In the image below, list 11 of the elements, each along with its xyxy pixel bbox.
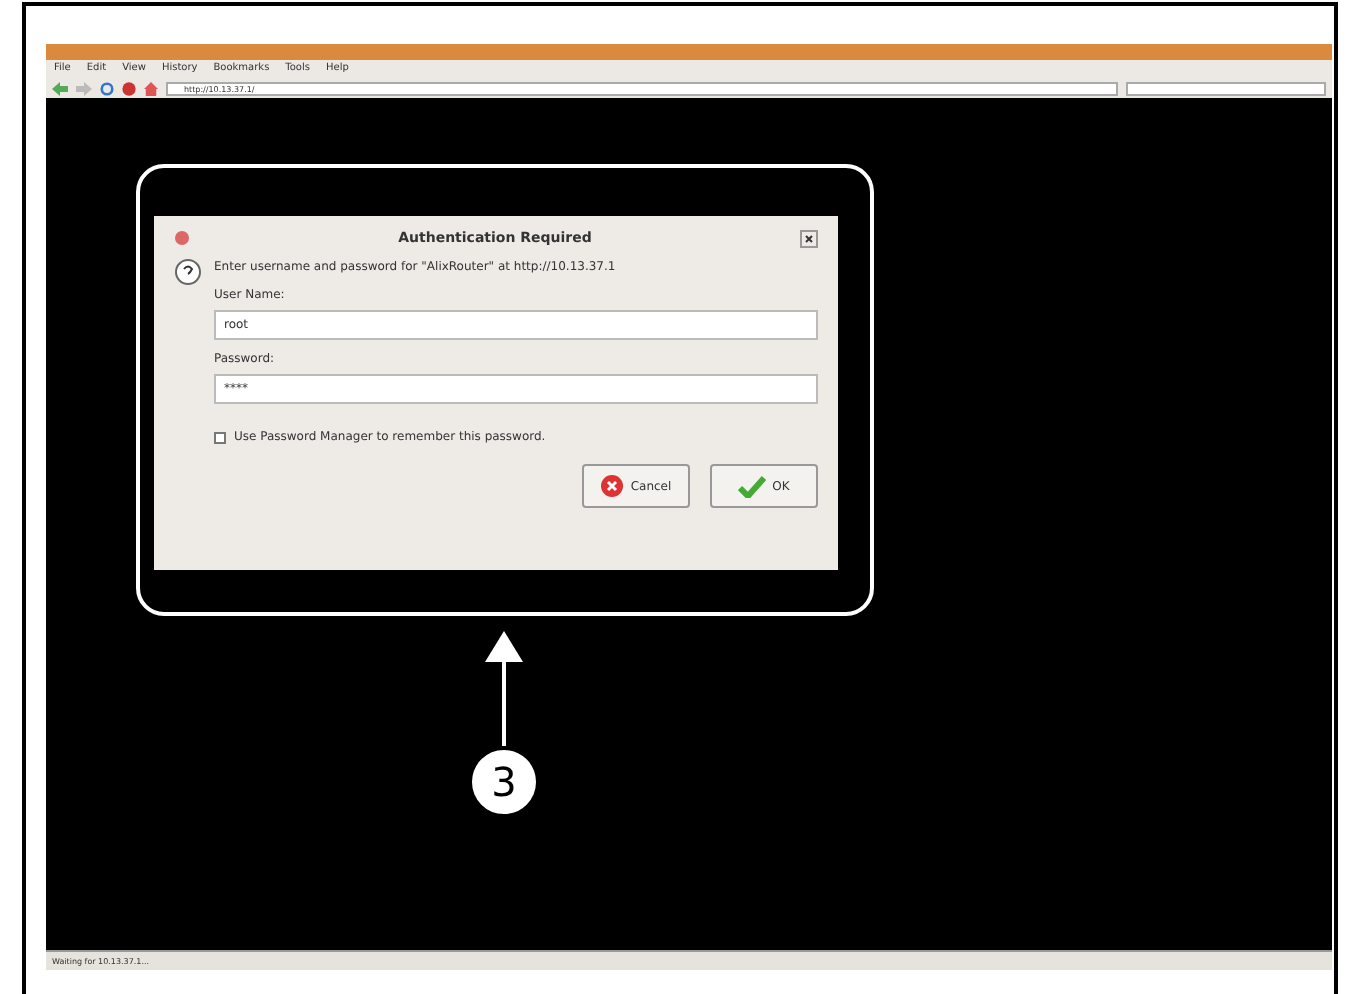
home-icon[interactable] [144, 81, 158, 95]
cancel-icon [600, 474, 625, 498]
pointer-arrow [484, 630, 524, 746]
checkbox[interactable] [214, 431, 226, 443]
app-icon [174, 230, 190, 246]
question-icon [174, 258, 202, 286]
reload-icon[interactable] [100, 81, 114, 95]
close-icon[interactable] [800, 229, 818, 247]
back-arrow-icon[interactable] [52, 81, 68, 95]
stop-icon[interactable] [122, 81, 136, 95]
search-field[interactable] [1126, 81, 1326, 95]
